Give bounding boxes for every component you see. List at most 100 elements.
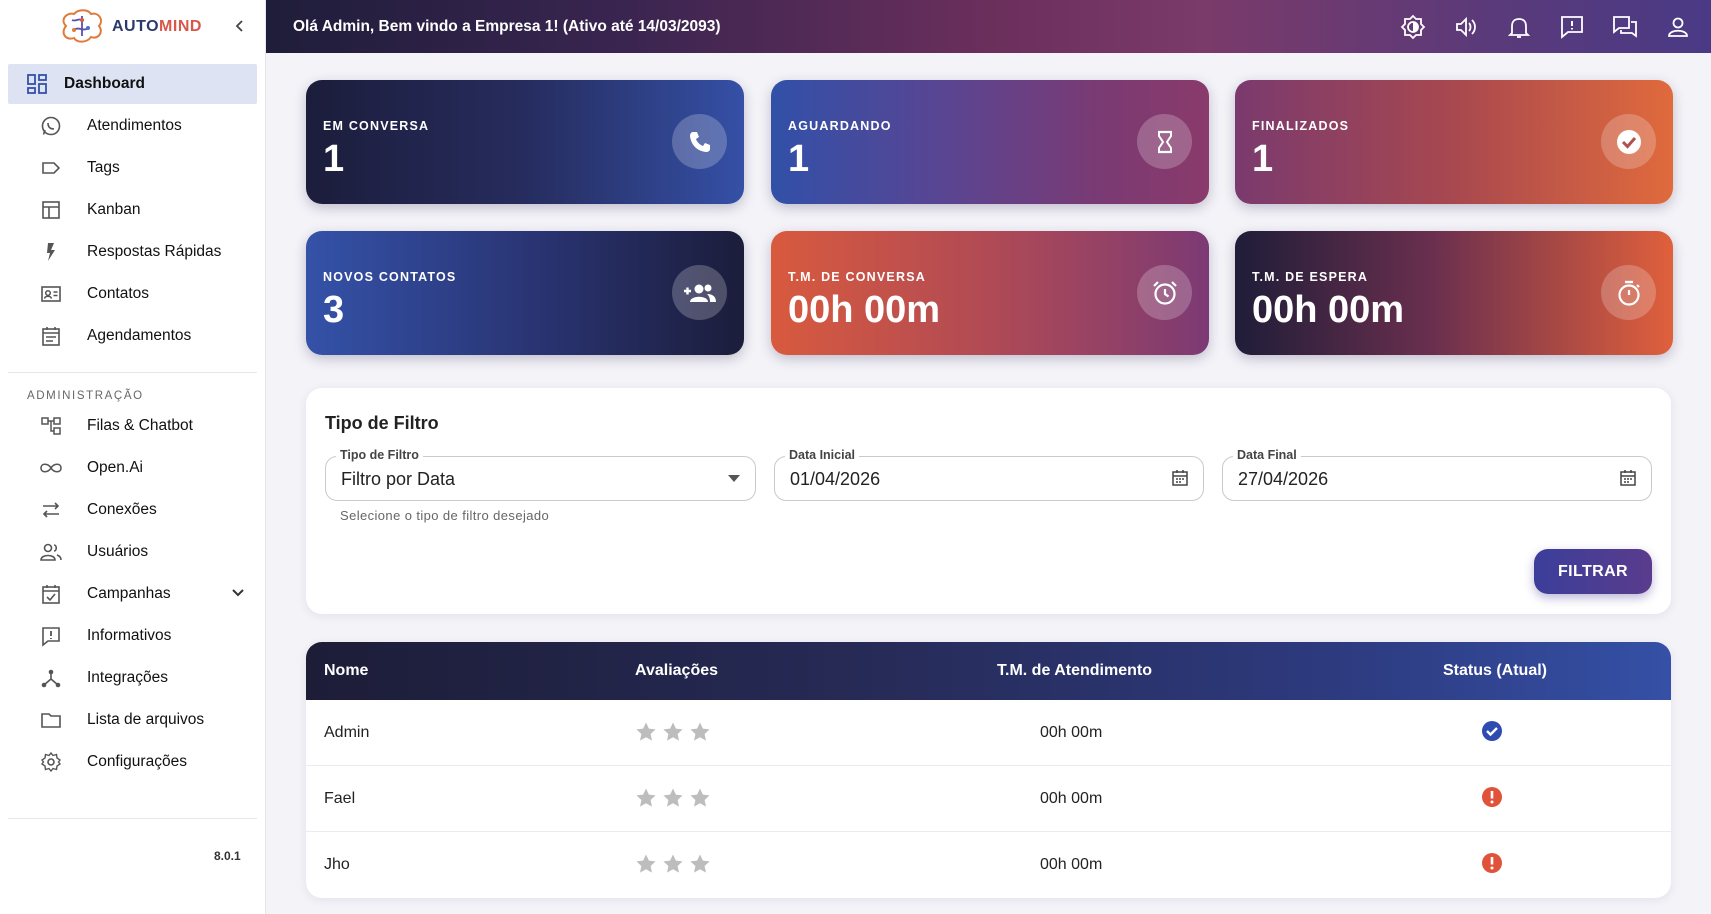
filter-type-select[interactable]: Tipo de Filtro Filtro por Data [325,448,756,501]
sidebar-item-label: Lista de arquivos [87,711,205,728]
card-title: NOVOS CONTATOS [323,270,457,284]
sidebar-item-integracoes[interactable]: Integrações [8,658,257,698]
infinity-icon [38,455,64,481]
greeting-text: Olá Admin, Bem vindo a Empresa 1! (Ativo… [293,17,721,35]
star-empty-icon [636,788,656,807]
sidebar-item-filas-chatbot[interactable]: Filas & Chatbot [8,406,257,446]
end-date-field[interactable]: Data Final 27/04/2026 [1222,448,1652,501]
rating-stars [635,853,711,875]
sidebar-item-kanban[interactable]: Kanban [8,190,257,230]
filter-panel: Tipo de Filtro Tipo de Filtro Filtro por… [306,388,1671,614]
filter-type-label: Tipo de Filtro [336,448,423,462]
card-aguardando: AGUARDANDO 1 [771,80,1209,204]
group-add-icon [672,265,727,320]
column-header-tm-atendimento: T.M. de Atendimento [997,662,1152,679]
column-header-status: Status (Atual) [1443,662,1547,679]
sidebar-item-label: Usuários [87,543,149,560]
sidebar-item-label: Integrações [87,669,168,686]
user-account-icon[interactable] [1664,13,1691,40]
timer-icon [1601,265,1656,320]
calendar-picker-icon[interactable] [1171,469,1189,487]
chevron-down-icon[interactable] [229,583,247,601]
logo-text: AUTOMIND [112,17,202,35]
star-empty-icon [663,788,683,807]
sidebar-item-respostas-rapidas[interactable]: Respostas Rápidas [8,232,257,272]
chat-icon[interactable] [1611,13,1638,40]
app-version: 8.0.1 [214,849,241,863]
start-date-value: 01/04/2026 [790,469,881,489]
attendants-table: Nome Avaliações T.M. de Atendimento Stat… [306,642,1671,898]
sidebar-item-dashboard[interactable]: Dashboard [8,64,257,104]
cell-name: Admin [324,724,370,741]
status-offline-icon [1482,787,1502,807]
sidebar-item-contatos[interactable]: Contatos [8,274,257,314]
notification-bell-icon[interactable] [1505,13,1532,40]
cell-name: Jho [324,856,350,873]
card-title: FINALIZADOS [1252,119,1350,133]
alarm-icon [1137,265,1192,320]
check-circle-icon [1601,114,1656,169]
card-title: T.M. DE CONVERSA [788,270,926,284]
settings-icon [38,749,64,775]
table-row: Fael 00h 00m [306,766,1671,832]
sidebar-item-agendamentos[interactable]: Agendamentos [8,316,257,356]
star-empty-icon [636,854,656,873]
filter-button[interactable]: FILTRAR [1534,549,1652,594]
star-empty-icon [690,722,710,741]
sidebar-item-lista-arquivos[interactable]: Lista de arquivos [8,700,257,740]
contacts-icon [38,281,64,307]
sidebar-item-informativos[interactable]: Informativos [8,616,257,656]
announcement-icon[interactable] [1558,13,1585,40]
flash-icon [38,239,64,265]
card-title: EM CONVERSA [323,119,430,133]
volume-icon[interactable] [1452,13,1479,40]
sidebar-item-atendimentos[interactable]: Atendimentos [8,106,257,146]
card-finalizados: FINALIZADOS 1 [1235,80,1673,204]
start-date-field[interactable]: Data Inicial 01/04/2026 [774,448,1204,501]
sidebar-item-label: Configurações [87,753,187,770]
cell-tm: 00h 00m [1040,856,1103,873]
sidebar-item-label: Respostas Rápidas [87,243,222,260]
cell-tm: 00h 00m [1040,790,1103,807]
sidebar-item-usuarios[interactable]: Usuários [8,532,257,572]
card-value: 00h 00m [1252,289,1405,331]
sidebar-item-label: Campanhas [87,585,171,602]
theme-toggle-icon[interactable] [1399,13,1426,40]
top-bar: Olá Admin, Bem vindo a Empresa 1! (Ativo… [266,0,1711,53]
table-row: Jho 00h 00m [306,832,1671,898]
sidebar-item-conexoes[interactable]: Conexões [8,490,257,530]
sidebar-item-configuracoes[interactable]: Configurações [8,742,257,782]
card-title: T.M. DE ESPERA [1252,270,1369,284]
sidebar-item-campanhas[interactable]: Campanhas [8,574,257,614]
star-empty-icon [663,854,683,873]
sidebar-item-openai[interactable]: Open.Ai [8,448,257,488]
cell-tm: 00h 00m [1040,724,1103,741]
sidebar-item-tags[interactable]: Tags [8,148,257,188]
section-title-admin: ADMINISTRAÇÃO [27,390,144,402]
filter-type-value: Filtro por Data [341,469,456,489]
users-icon [38,539,64,565]
card-em-conversa: EM CONVERSA 1 [306,80,744,204]
sidebar-item-label: Atendimentos [87,117,182,134]
rating-stars [635,787,711,809]
sidebar-item-label: Dashboard [64,75,145,92]
status-offline-icon [1482,853,1502,873]
sidebar-item-label: Contatos [87,285,150,302]
phone-icon [672,114,727,169]
whatsapp-icon [38,113,64,139]
hourglass-icon [1137,114,1192,169]
filter-helper-text: Selecione o tipo de filtro desejado [340,508,550,523]
collapse-sidebar-button[interactable] [228,14,252,38]
column-header-avaliacoes: Avaliações [635,662,719,679]
end-date-value: 27/04/2026 [1238,469,1329,489]
rating-stars [635,721,711,743]
main-nav: Dashboard Atendimentos Tags Kanban Respo… [0,53,265,356]
calendar-picker-icon[interactable] [1619,469,1637,487]
dashboard-icon [24,71,50,97]
dropdown-arrow-icon [728,475,740,482]
integration-icon [38,665,64,691]
card-novos-contatos: NOVOS CONTATOS 3 [306,231,744,355]
card-value: 3 [323,289,345,331]
star-empty-icon [690,788,710,807]
status-online-icon [1482,721,1502,741]
